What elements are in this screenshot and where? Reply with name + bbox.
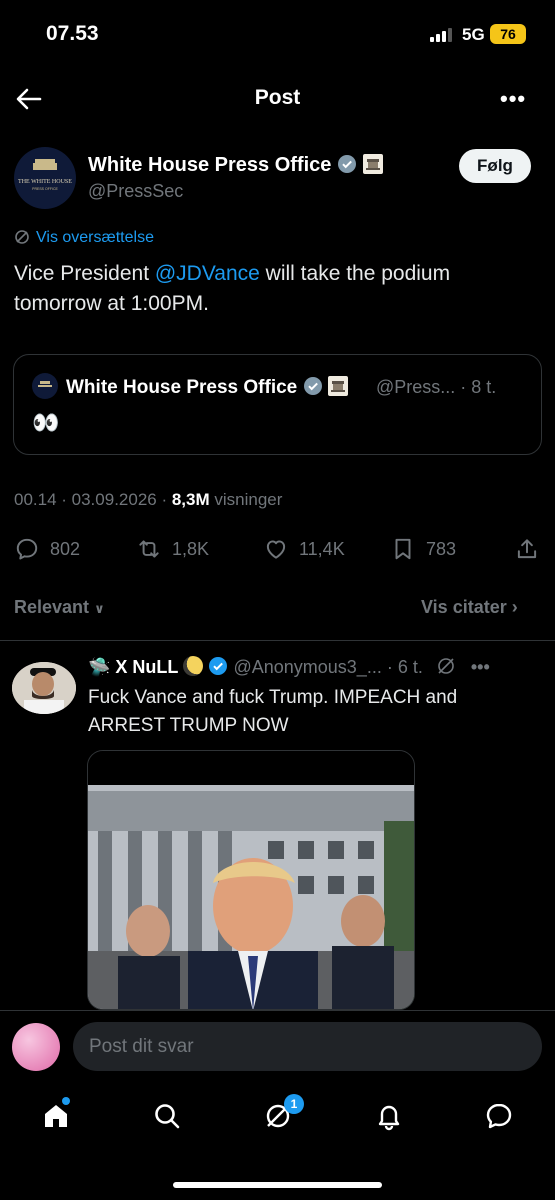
reply-header: 🛸 X NuLL @Anonymous3_... · 6 t. ••• — [88, 656, 490, 681]
post-meta: 00.14 · 03.09.2026 · 8,3M visninger — [14, 490, 282, 510]
share-action[interactable] — [514, 534, 540, 564]
reply-input[interactable]: Post dit svar — [73, 1022, 542, 1071]
reply-author-name[interactable]: X NuLL — [115, 657, 178, 677]
author-name[interactable]: White House Press Office — [88, 154, 383, 177]
battery-icon: 76 — [490, 24, 526, 44]
home-indicator — [173, 1182, 382, 1188]
share-icon — [517, 539, 537, 559]
like-action[interactable]: 11,4K — [263, 534, 345, 564]
author-handle[interactable]: @PressSec — [88, 181, 183, 202]
ufo-icon: 🛸 — [88, 657, 116, 677]
divider — [0, 640, 555, 641]
author-name-text: White House Press Office — [88, 154, 332, 176]
reply-media-image[interactable] — [87, 750, 415, 1010]
quoted-post[interactable] — [13, 354, 542, 455]
reply-more-icon[interactable]: ••• — [471, 657, 490, 677]
status-time: 07.53 — [46, 22, 99, 45]
translate-icon — [15, 230, 29, 244]
notification-badge: 1 — [284, 1094, 304, 1114]
government-seal-icon — [362, 154, 383, 174]
translate-link[interactable]: Vis oversættelse — [14, 229, 154, 247]
repost-action[interactable]: 1,8K — [136, 534, 209, 564]
chevron-down-icon: ∨ — [94, 601, 105, 616]
views-count: 8,3M — [171, 490, 210, 509]
messages-icon[interactable] — [482, 1099, 516, 1133]
view-quotes-link[interactable]: Vis citater › — [421, 597, 518, 618]
reply-handle-time: @Anonymous3_... · 6 t. — [233, 657, 423, 677]
quoted-handle-time: @Press... · 8 t. — [376, 377, 497, 397]
heart-icon — [266, 540, 286, 559]
page-title: Post — [254, 86, 301, 109]
post-text-start: Vice President — [14, 262, 155, 285]
verified-gray-icon — [337, 154, 357, 174]
post-text: Vice President @JDVance will take the po… — [14, 259, 534, 319]
quoted-author-name-text: White House Press Office — [66, 377, 298, 398]
reply-action[interactable]: 802 — [14, 534, 80, 564]
bookmark-count: 783 — [426, 538, 457, 559]
mention-link[interactable]: @JDVance — [155, 262, 260, 285]
grok-icon[interactable] — [436, 656, 456, 681]
views-label: visninger — [209, 490, 283, 509]
translate-label: Vis oversættelse — [36, 229, 154, 246]
sort-relevant-dropdown[interactable]: Relevant ∨ — [14, 597, 105, 618]
government-seal-icon — [327, 376, 348, 396]
reply-text: Fuck Vance and fuck Trump. IMPEACH and A… — [88, 687, 458, 736]
signal-icon — [430, 26, 456, 42]
network-label: 5G — [462, 25, 485, 44]
moon-icon — [183, 656, 204, 676]
svg-text:PRESS OFFICE: PRESS OFFICE — [32, 187, 58, 191]
author-avatar[interactable]: THE WHITE HOUSE PRESS OFFICE — [14, 147, 76, 209]
like-count: 11,4K — [299, 538, 345, 559]
search-icon[interactable] — [150, 1099, 184, 1133]
view-quotes-label: Vis citater — [421, 597, 507, 617]
quoted-author-name: White House Press Office — [66, 376, 348, 399]
reply-count: 802 — [50, 538, 81, 559]
bookmark-action[interactable]: 783 — [390, 534, 456, 564]
chevron-right-icon: › — [511, 597, 518, 617]
follow-button[interactable]: Følg — [459, 149, 531, 183]
post-timestamp: 00.14 · 03.09.2026 · — [14, 490, 172, 509]
reply-author-avatar[interactable] — [12, 662, 76, 714]
svg-text:THE WHITE HOUSE: THE WHITE HOUSE — [18, 179, 72, 185]
verified-gray-icon — [303, 376, 323, 396]
bookmark-icon — [395, 538, 411, 560]
more-options-icon[interactable]: ••• — [500, 86, 526, 112]
reply-icon — [16, 538, 38, 560]
sort-relevant-label: Relevant — [14, 597, 90, 617]
home-notification-dot — [62, 1097, 70, 1105]
repost-icon — [139, 540, 159, 558]
bell-icon[interactable] — [372, 1099, 406, 1133]
quoted-content: 👀 — [32, 410, 60, 435]
user-avatar[interactable] — [12, 1023, 60, 1071]
repost-count: 1,8K — [172, 538, 210, 559]
verified-blue-icon — [208, 656, 228, 676]
quoted-author-avatar — [32, 373, 58, 399]
